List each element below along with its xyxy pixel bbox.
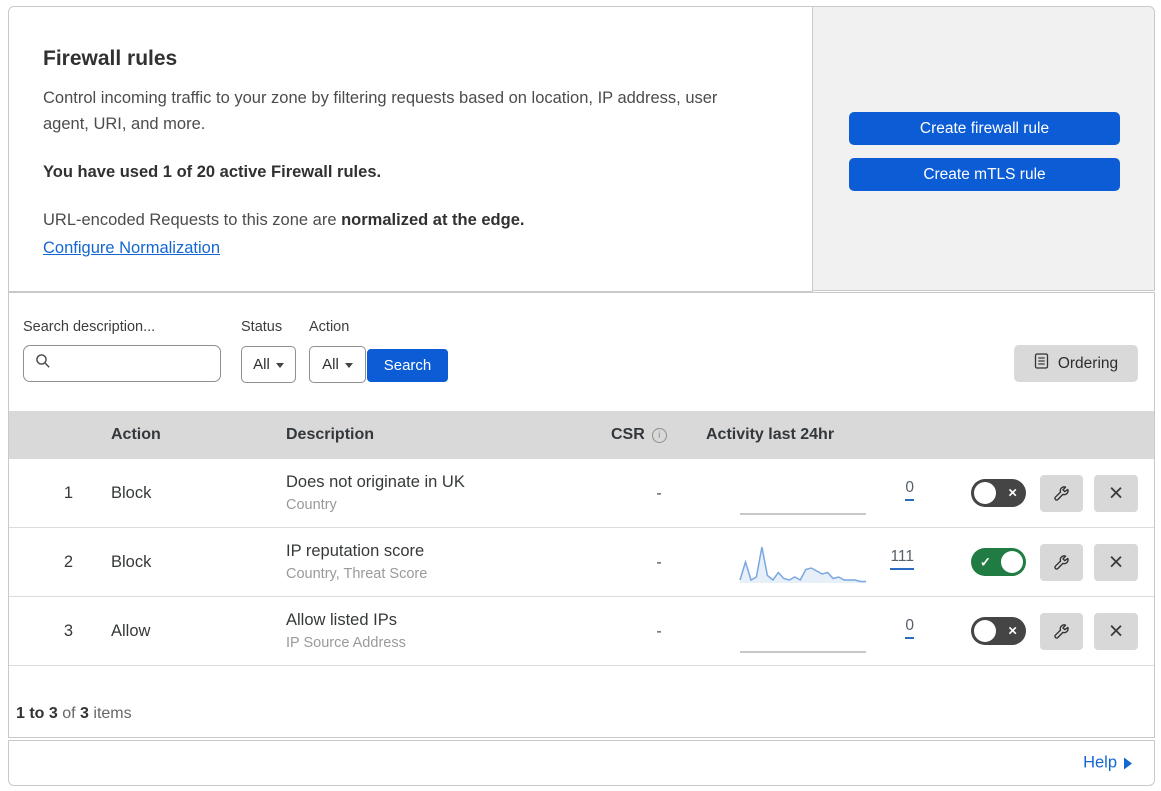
activity-sparkline <box>739 471 867 517</box>
rule-fields: IP Source Address <box>286 635 406 651</box>
column-csr: CSR i <box>611 411 667 459</box>
rule-description-cell: Allow listed IPs IP Source Address <box>286 608 406 654</box>
help-link[interactable]: Help <box>1083 754 1132 773</box>
search-input[interactable] <box>59 355 209 372</box>
status-label: Status <box>241 319 283 335</box>
rule-description-cell: Does not originate in UK Country <box>286 470 465 516</box>
rule-description-cell: IP reputation score Country, Threat Scor… <box>286 539 427 585</box>
close-icon: × <box>1108 479 1124 507</box>
ordering-icon <box>1034 353 1049 374</box>
actions-panel: Create firewall rule Create mTLS rule <box>813 6 1155 291</box>
rule-number: 2 <box>63 553 73 571</box>
rule-number: 1 <box>63 484 73 502</box>
configure-normalization-link[interactable]: Configure Normalization <box>43 239 220 258</box>
search-button[interactable]: Search <box>367 349 448 382</box>
edit-rule-button[interactable] <box>1040 544 1083 581</box>
rule-action: Block <box>111 484 152 502</box>
delete-rule-button[interactable]: × <box>1094 613 1138 650</box>
usage-note: You have used 1 of 20 active Firewall ru… <box>43 163 382 181</box>
help-bar: Help <box>8 740 1155 786</box>
status-select-value: All <box>253 356 270 373</box>
activity-sparkline <box>739 540 867 586</box>
x-icon: × <box>1008 622 1017 640</box>
column-action: Action <box>111 426 161 443</box>
overview-card: Firewall rules Control incoming traffic … <box>8 6 813 292</box>
create-mtls-rule-button[interactable]: Create mTLS rule <box>849 158 1120 191</box>
x-icon: × <box>1008 484 1017 502</box>
rules-table-card: Search description... Status All Action … <box>8 292 1155 738</box>
info-icon[interactable]: i <box>651 428 667 443</box>
delete-rule-button[interactable]: × <box>1094 475 1138 512</box>
wrench-icon <box>1053 553 1070 573</box>
page-title: Firewall rules <box>43 47 178 70</box>
table-row: 3 Allow Allow listed IPs IP Source Addre… <box>9 597 1154 666</box>
table-row: 2 Block IP reputation score Country, Thr… <box>9 528 1154 597</box>
help-link-label: Help <box>1083 753 1117 772</box>
column-activity: Activity last 24hr <box>706 426 835 443</box>
page-description: Control incoming traffic to your zone by… <box>43 89 718 133</box>
toggle-knob <box>974 620 996 642</box>
action-label: Action <box>309 319 350 335</box>
activity-sparkline <box>739 609 867 655</box>
firewall-rules-page: Firewall rules Control incoming traffic … <box>0 0 1161 791</box>
rule-fields: Country <box>286 497 337 513</box>
table-row: 1 Block Does not originate in UK Country… <box>9 459 1154 528</box>
ordering-button[interactable]: Ordering <box>1014 345 1138 382</box>
check-icon: ✓ <box>980 554 991 570</box>
arrow-right-icon <box>1124 757 1132 770</box>
rule-number: 3 <box>63 622 73 640</box>
action-select-value: All <box>322 356 339 373</box>
edit-rule-button[interactable] <box>1040 475 1083 512</box>
close-icon: × <box>1108 617 1124 645</box>
rule-enabled-toggle[interactable]: × <box>971 617 1026 645</box>
status-select[interactable]: All <box>241 346 296 383</box>
search-box <box>23 345 221 382</box>
rule-description: IP reputation score <box>286 542 425 560</box>
pagination-summary: 1 to 3 of 3 items <box>16 705 132 722</box>
activity-count-link[interactable]: 0 <box>862 617 914 639</box>
chevron-down-icon <box>344 362 353 368</box>
rule-description: Does not originate in UK <box>286 473 465 491</box>
normalization-note: URL-encoded Requests to this zone are no… <box>43 211 525 229</box>
rule-action: Allow <box>111 622 151 640</box>
create-firewall-rule-button[interactable]: Create firewall rule <box>849 112 1120 145</box>
delete-rule-button[interactable]: × <box>1094 544 1138 581</box>
toggle-knob <box>974 482 996 504</box>
table-header: Action Description CSR i Activity last 24… <box>9 411 1154 459</box>
rule-fields: Country, Threat Score <box>286 566 428 582</box>
ordering-button-label: Ordering <box>1057 354 1119 372</box>
activity-count-link[interactable]: 111 <box>862 548 914 570</box>
action-select[interactable]: All <box>309 346 366 383</box>
rule-action: Block <box>111 553 152 571</box>
chevron-down-icon <box>275 362 284 368</box>
toggle-knob <box>1001 551 1023 573</box>
edit-rule-button[interactable] <box>1040 613 1083 650</box>
rule-csr-value: - <box>656 554 662 571</box>
rule-csr-value: - <box>656 623 662 640</box>
wrench-icon <box>1053 484 1070 504</box>
wrench-icon <box>1053 622 1070 642</box>
search-icon <box>35 353 51 374</box>
activity-count-link[interactable]: 0 <box>862 479 914 501</box>
column-description: Description <box>286 426 375 443</box>
rule-enabled-toggle[interactable]: × <box>971 479 1026 507</box>
close-icon: × <box>1108 548 1124 576</box>
rule-csr-value: - <box>656 485 662 502</box>
rule-enabled-toggle[interactable]: ✓ <box>971 548 1026 576</box>
rule-description: Allow listed IPs <box>286 611 397 629</box>
search-label: Search description... <box>23 319 156 335</box>
